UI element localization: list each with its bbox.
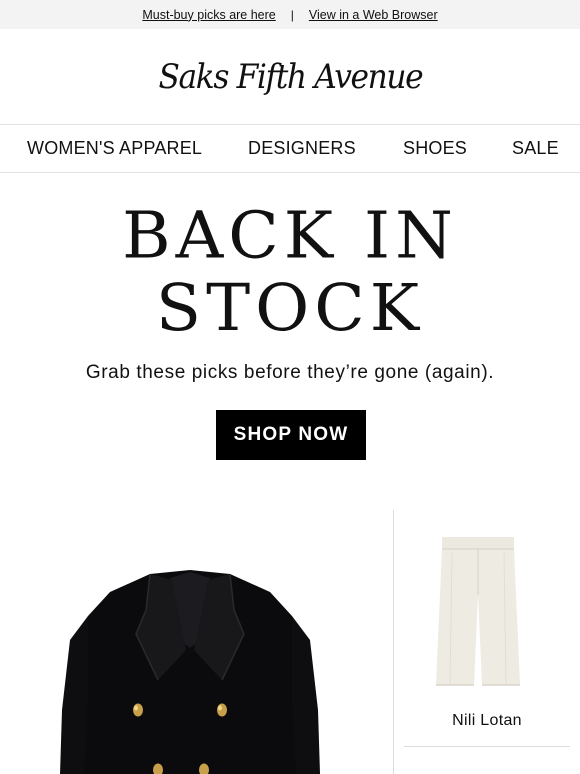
view-in-browser-link[interactable]: View in a Web Browser — [309, 8, 438, 22]
logo-header: Saks Fifth Avenue — [0, 29, 580, 125]
hero-title-line2: STOCK — [155, 270, 425, 346]
shop-now-button[interactable]: SHOP NOW — [216, 410, 366, 460]
preheader-bar: Must-buy picks are here | View in a Web … — [0, 0, 580, 29]
hero-title: BACK IN STOCK — [0, 199, 580, 344]
hero-subtitle: Grab these picks before they’re gone (ag… — [85, 362, 495, 383]
nav-shoes[interactable]: SHOES — [403, 138, 467, 159]
main-nav: WOMEN'S APPAREL DESIGNERS SHOES SALE — [0, 125, 580, 173]
white-shorts-image[interactable] — [430, 535, 526, 691]
preheader-separator: | — [290, 7, 294, 22]
product-divider — [404, 746, 570, 747]
black-blazer-image[interactable] — [40, 570, 340, 774]
hero-title-line1: BACK IN — [122, 197, 458, 273]
saks-logo[interactable]: Saks Fifth Avenue — [158, 57, 423, 97]
product-column-divider — [393, 510, 394, 774]
nav-sale[interactable]: SALE — [512, 138, 559, 159]
must-buy-picks-link[interactable]: Must-buy picks are here — [142, 8, 275, 22]
product-brand-label[interactable]: Nili Lotan — [404, 712, 570, 730]
nav-womens-apparel[interactable]: WOMEN'S APPAREL — [27, 138, 202, 159]
nav-designers[interactable]: DESIGNERS — [248, 138, 356, 159]
